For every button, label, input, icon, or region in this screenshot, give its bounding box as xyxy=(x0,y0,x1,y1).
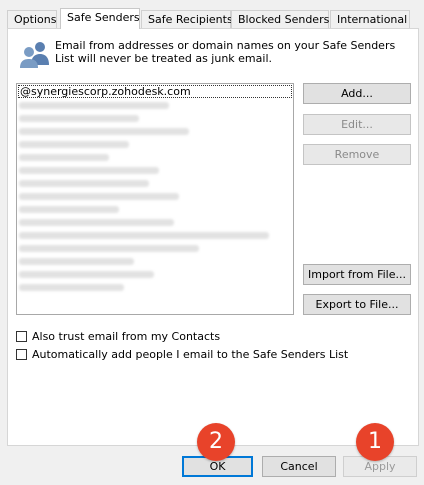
list-item[interactable] xyxy=(17,216,293,229)
add-button[interactable]: Add... xyxy=(303,83,411,104)
list-item[interactable] xyxy=(17,229,293,242)
list-item-selected[interactable]: @synergiescorp.zohodesk.com xyxy=(18,85,292,98)
list-item[interactable] xyxy=(17,177,293,190)
edit-button[interactable]: Edit... xyxy=(303,114,411,135)
list-item[interactable] xyxy=(17,99,293,112)
tab-blocked-senders[interactable]: Blocked Senders xyxy=(231,10,329,28)
tab-safe-recipients[interactable]: Safe Recipients xyxy=(141,10,233,28)
list-item[interactable] xyxy=(17,138,293,151)
trust-contacts-checkbox[interactable] xyxy=(16,331,27,342)
people-icon xyxy=(20,42,49,68)
list-item[interactable] xyxy=(17,268,293,281)
remove-button[interactable]: Remove xyxy=(303,144,411,165)
list-item[interactable] xyxy=(17,190,293,203)
auto-add-label: Automatically add people I email to the … xyxy=(32,348,349,361)
list-item[interactable] xyxy=(17,242,293,255)
tab-safe-senders[interactable]: Safe Senders xyxy=(60,8,140,29)
list-item[interactable] xyxy=(17,151,293,164)
trust-contacts-label: Also trust email from my Contacts xyxy=(32,330,221,343)
export-to-file-button[interactable]: Export to File... xyxy=(303,294,411,315)
list-item[interactable] xyxy=(17,281,293,294)
safe-senders-panel: Email from addresses or domain names on … xyxy=(7,28,419,446)
safe-senders-list[interactable]: @synergiescorp.zohodesk.com xyxy=(16,83,294,315)
step-2-marker: 2 xyxy=(197,423,235,461)
safe-senders-description: Email from addresses or domain names on … xyxy=(55,39,396,65)
list-item[interactable] xyxy=(17,112,293,125)
tab-options[interactable]: Options xyxy=(7,10,57,28)
list-item[interactable] xyxy=(17,203,293,216)
auto-add-option[interactable]: Automatically add people I email to the … xyxy=(16,348,348,362)
trust-contacts-option[interactable]: Also trust email from my Contacts xyxy=(16,330,220,344)
auto-add-checkbox[interactable] xyxy=(16,349,27,360)
list-item[interactable] xyxy=(17,255,293,268)
step-1-marker: 1 xyxy=(356,423,394,461)
cancel-button[interactable]: Cancel xyxy=(262,456,336,477)
list-item[interactable] xyxy=(17,164,293,177)
list-item[interactable] xyxy=(17,125,293,138)
import-from-file-button[interactable]: Import from File... xyxy=(303,264,411,285)
tab-international[interactable]: International xyxy=(330,10,410,28)
